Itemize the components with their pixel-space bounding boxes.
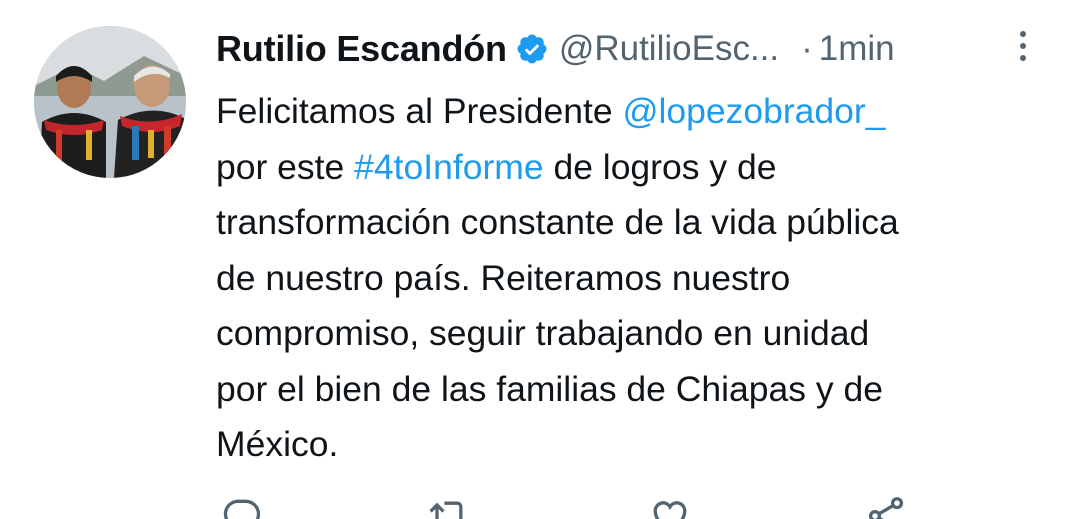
- tweet-text-line: transformación constante de la vida públ…: [216, 195, 1046, 251]
- tweet-text-segment: de logros y de: [543, 146, 777, 187]
- tweet-text-segment: compromiso, seguir trabajando en unidad: [216, 313, 870, 353]
- tweet-card[interactable]: Rutilio Escandón @RutilioEsc... · 1min F…: [0, 0, 1080, 519]
- avatar[interactable]: [34, 26, 186, 178]
- tweet-header: Rutilio Escandón @RutilioEsc... · 1min: [216, 26, 895, 72]
- tweet-text-line: Felicitamos al Presidente @lopezobrador_: [216, 84, 1046, 140]
- tweet-text-segment: Felicitamos al Presidente: [216, 91, 623, 131]
- mention-link[interactable]: @lopezobrador_: [622, 91, 885, 131]
- reply-icon[interactable]: [220, 494, 264, 519]
- tweet-text-line: por este #4toInforme de logros y de: [216, 140, 1046, 196]
- tweet-text: Felicitamos al Presidente @lopezobrador_…: [216, 84, 1046, 473]
- separator-dot: ·: [801, 29, 813, 68]
- like-icon[interactable]: [648, 494, 692, 519]
- tweet-actions: [216, 494, 936, 519]
- tweet-text-line: de nuestro país. Reiteramos nuestro: [216, 251, 1046, 307]
- author-handle[interactable]: @RutilioEsc...: [559, 29, 779, 69]
- tweet-text-line: México.: [216, 417, 1046, 473]
- verified-badge-icon: [515, 32, 549, 66]
- timestamp[interactable]: 1min: [819, 29, 895, 69]
- author-name[interactable]: Rutilio Escandón: [216, 28, 507, 70]
- retweet-icon[interactable]: [426, 494, 470, 519]
- share-icon[interactable]: [864, 494, 908, 519]
- tweet-text-segment: por el bien de las familias de Chiapas y…: [216, 368, 883, 409]
- tweet-text-segment: de nuestro país. Reiteramos nuestro: [216, 257, 791, 298]
- tweet-text-line: compromiso, seguir trabajando en unidad: [216, 306, 1046, 362]
- hashtag-link[interactable]: #4toInforme: [354, 147, 543, 187]
- tweet-text-segment: por este: [216, 146, 355, 187]
- more-options-icon[interactable]: [1012, 28, 1034, 68]
- tweet-text-segment: transformación constante de la vida públ…: [216, 202, 899, 242]
- tweet-text-line: por el bien de las familias de Chiapas y…: [216, 362, 1046, 418]
- tweet-text-segment: México.: [216, 424, 339, 464]
